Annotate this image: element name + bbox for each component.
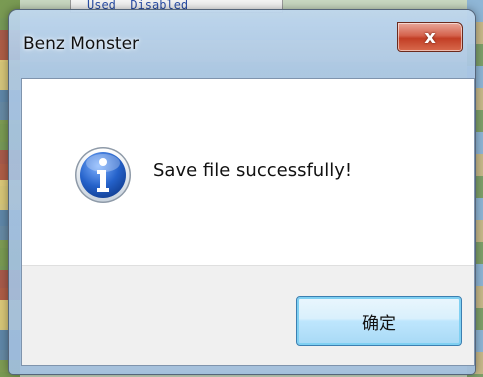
dialog-button-bar: 确定	[22, 265, 474, 365]
ok-button[interactable]: 确定	[296, 296, 462, 346]
close-icon: x	[424, 26, 436, 48]
dialog-titlebar[interactable]: Benz Monster x	[9, 10, 475, 76]
dialog-message: Save file successfully!	[153, 160, 353, 181]
message-dialog: Benz Monster x Save file successfully! 确…	[9, 10, 475, 374]
dialog-client-area: Save file successfully! 确定	[21, 78, 475, 366]
close-button[interactable]: x	[397, 22, 463, 52]
information-icon	[75, 147, 131, 203]
message-area: Save file successfully!	[22, 79, 474, 265]
dialog-title: Benz Monster	[23, 34, 140, 54]
